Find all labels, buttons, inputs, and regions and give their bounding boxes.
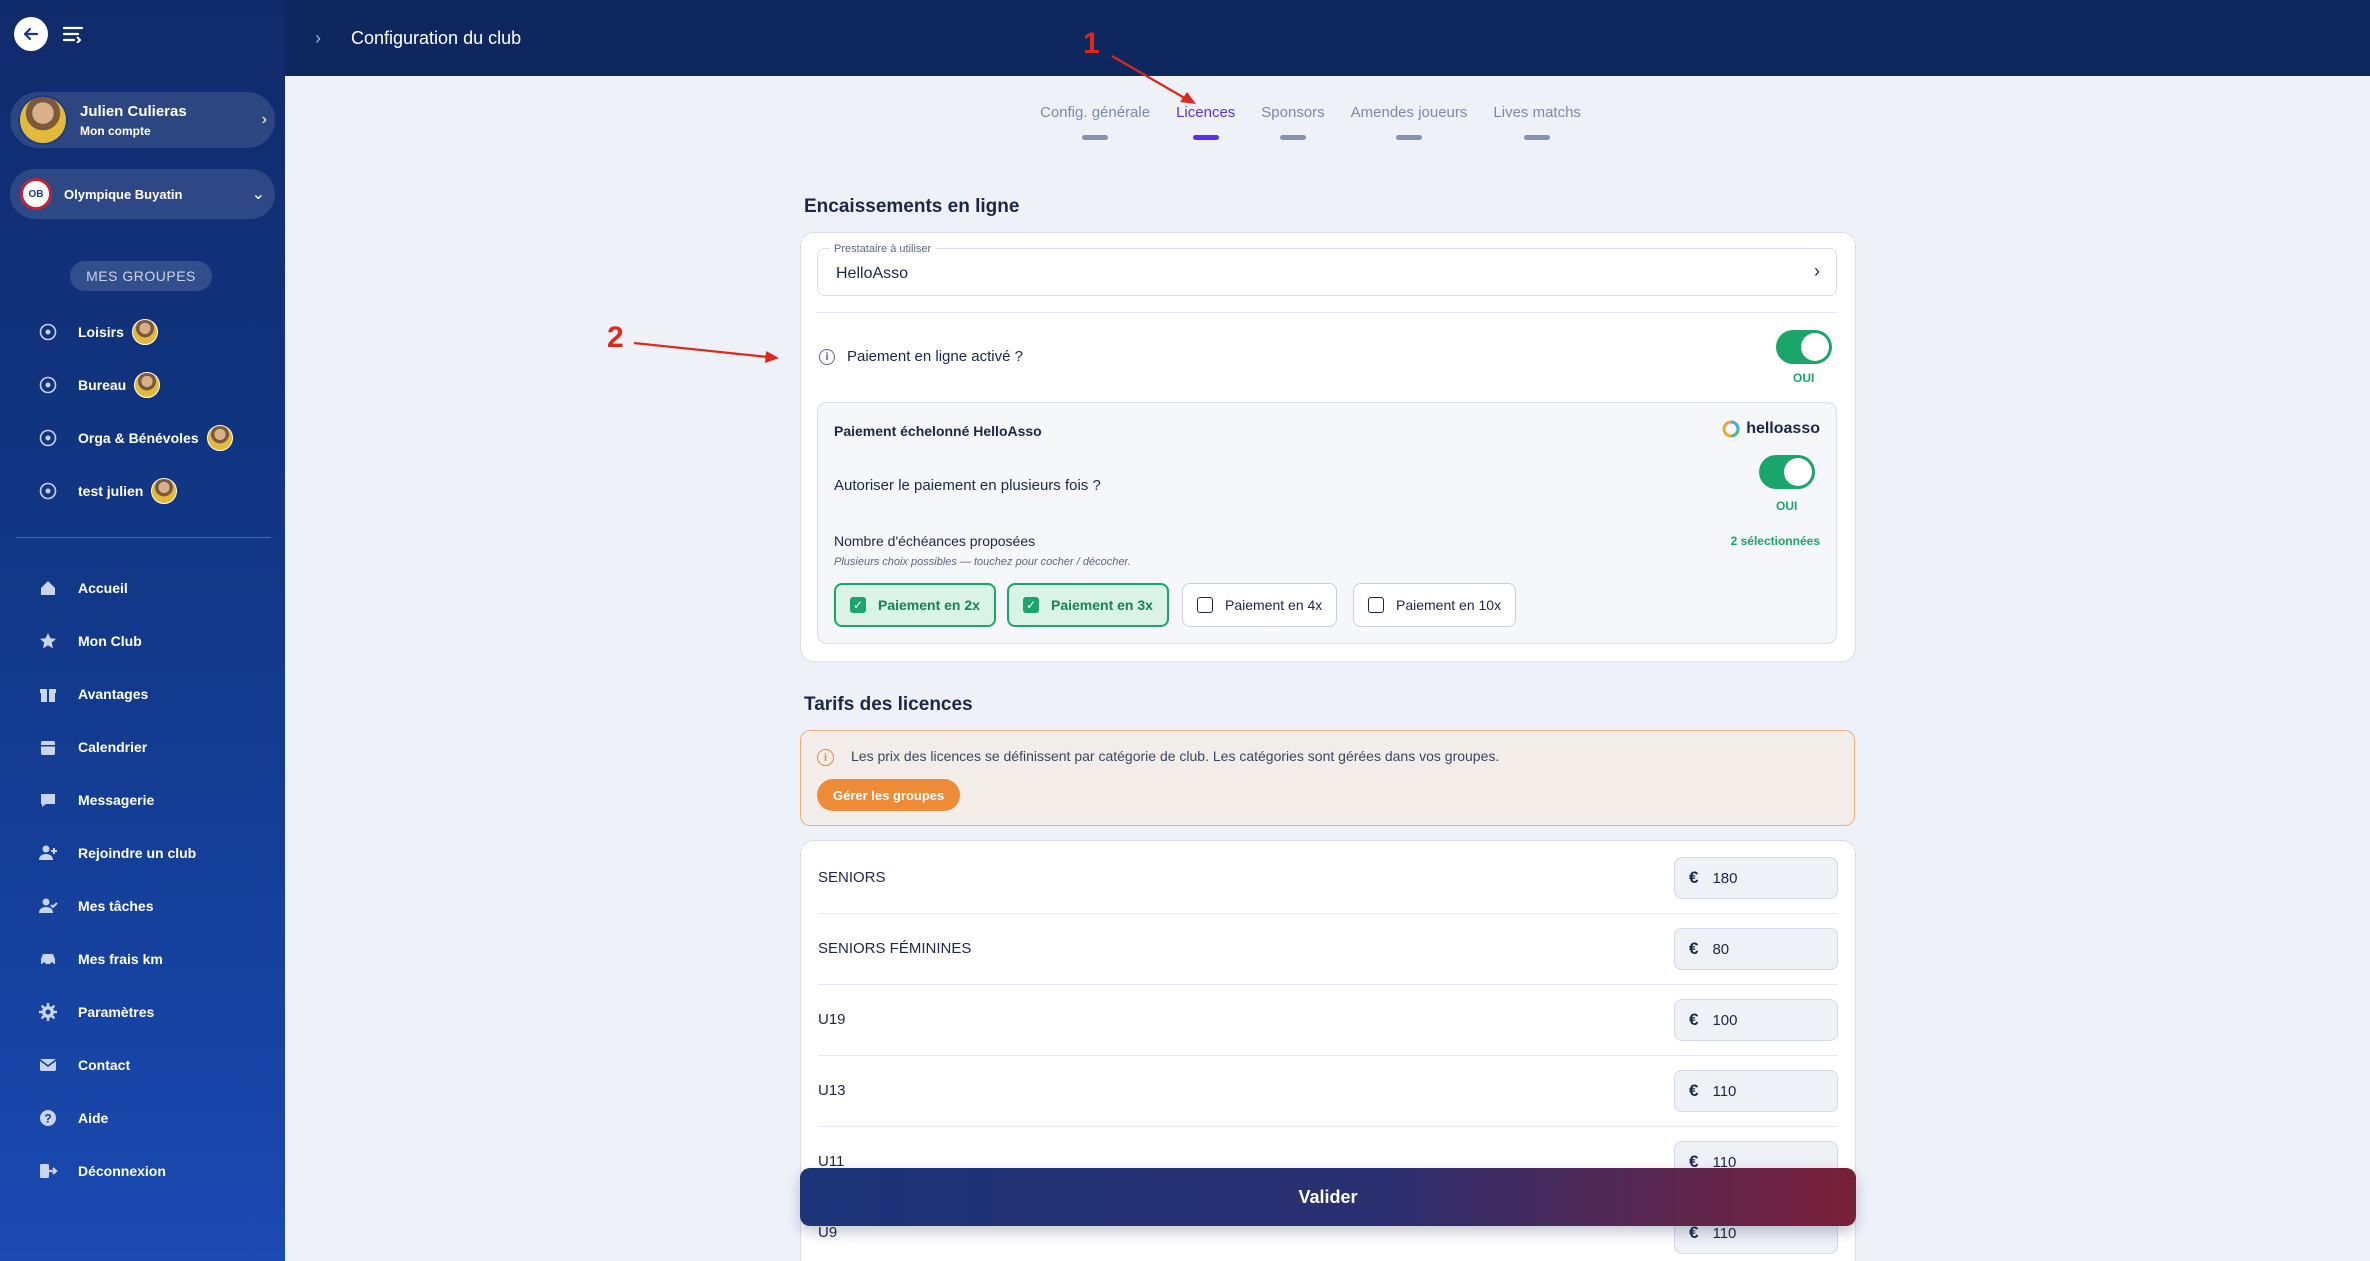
price-value: 110 <box>1712 1082 1737 1100</box>
price-input[interactable]: €110 <box>1674 1070 1838 1112</box>
section-title-online-payments: Encaissements en ligne <box>804 196 1020 217</box>
option-paiement-3x[interactable]: ✓ Paiement en 3x <box>1007 583 1169 627</box>
annotation-arrow-2 <box>633 341 779 363</box>
table-row: SENIORS FÉMININES €80 <box>818 914 1838 985</box>
divider <box>817 312 1837 313</box>
section-title-licence-prices: Tarifs des licences <box>804 694 973 715</box>
option-paiement-4x[interactable]: Paiement en 4x <box>1182 583 1338 627</box>
euro-icon: € <box>1689 1081 1699 1100</box>
option-label: Paiement en 2x <box>878 597 980 613</box>
option-paiement-2x[interactable]: ✓ Paiement en 2x <box>834 583 996 627</box>
price-input[interactable]: €100 <box>1674 999 1838 1041</box>
price-value: 180 <box>1712 869 1738 887</box>
category-label: SENIORS FÉMININES <box>818 940 972 957</box>
payment-online-label: Paiement en ligne activé ? <box>847 348 1023 365</box>
toggle-knob <box>1801 333 1829 361</box>
selected-count: 2 sélectionnées <box>1730 534 1820 548</box>
euro-icon: € <box>1689 1010 1699 1029</box>
chevron-right-icon: › <box>1814 261 1820 281</box>
provider-select[interactable]: Prestataire à utiliser HelloAsso › <box>817 243 1837 296</box>
option-label: Paiement en 10x <box>1396 597 1502 613</box>
price-value: 100 <box>1712 1011 1738 1029</box>
payment-online-state: OUI <box>1793 371 1815 385</box>
provider-value: HelloAsso <box>836 265 909 282</box>
table-row: U19 €100 <box>818 985 1838 1056</box>
helloasso-ring-icon <box>1722 420 1740 438</box>
check-icon: ✓ <box>850 597 866 613</box>
info-icon[interactable]: i <box>819 349 835 365</box>
option-label: Paiement en 3x <box>1051 597 1153 613</box>
euro-icon: € <box>1689 868 1699 887</box>
installments-hint: Plusieurs choix possibles — touchez pour… <box>834 556 1131 568</box>
licence-prices-notice: i Les prix des licences se définissent p… <box>800 730 1855 826</box>
option-paiement-10x[interactable]: Paiement en 10x <box>1353 583 1517 627</box>
table-row: U13 €110 <box>818 1056 1838 1127</box>
price-input[interactable]: €80 <box>1674 928 1838 970</box>
helloasso-logo: helloasso <box>1721 419 1820 439</box>
submit-button[interactable]: Valider <box>800 1168 1856 1226</box>
table-row: SENIORS €180 <box>818 843 1838 914</box>
installments-count-label: Nombre d'échéances proposées <box>834 533 1036 549</box>
euro-icon: € <box>1689 939 1699 958</box>
checkbox-empty-icon <box>1197 597 1213 613</box>
category-label: U9 <box>818 1224 838 1241</box>
helloasso-wordmark: helloasso <box>1746 420 1820 437</box>
allow-installments-toggle[interactable] <box>1759 455 1815 489</box>
price-input[interactable]: €180 <box>1674 857 1838 899</box>
allow-installments-state: OUI <box>1776 499 1798 513</box>
euro-icon: € <box>1689 1223 1699 1242</box>
price-value: 80 <box>1712 940 1730 958</box>
annotation-number-2: 2 <box>607 321 624 354</box>
checkbox-empty-icon <box>1368 597 1384 613</box>
info-icon: i <box>817 749 834 766</box>
price-value: 110 <box>1712 1224 1737 1242</box>
toggle-knob <box>1784 458 1812 486</box>
category-label: U19 <box>818 1011 846 1028</box>
installments-card: Paiement échelonné HelloAsso helloasso A… <box>817 402 1837 644</box>
manage-groups-button[interactable]: Gérer les groupes <box>817 779 961 811</box>
installments-title: Paiement échelonné HelloAsso <box>834 423 1042 439</box>
notice-text: Les prix des licences se définissent par… <box>851 748 1500 764</box>
annotation-arrow-1 <box>1111 55 1196 104</box>
check-icon: ✓ <box>1023 597 1039 613</box>
category-label: SENIORS <box>818 869 886 886</box>
annotation-number-1: 1 <box>1083 27 1100 60</box>
payment-online-toggle[interactable] <box>1776 330 1832 364</box>
category-label: U13 <box>818 1082 846 1099</box>
provider-label: Prestataire à utiliser <box>830 243 936 255</box>
option-label: Paiement en 4x <box>1225 597 1323 613</box>
allow-installments-label: Autoriser le paiement en plusieurs fois … <box>834 477 1101 494</box>
